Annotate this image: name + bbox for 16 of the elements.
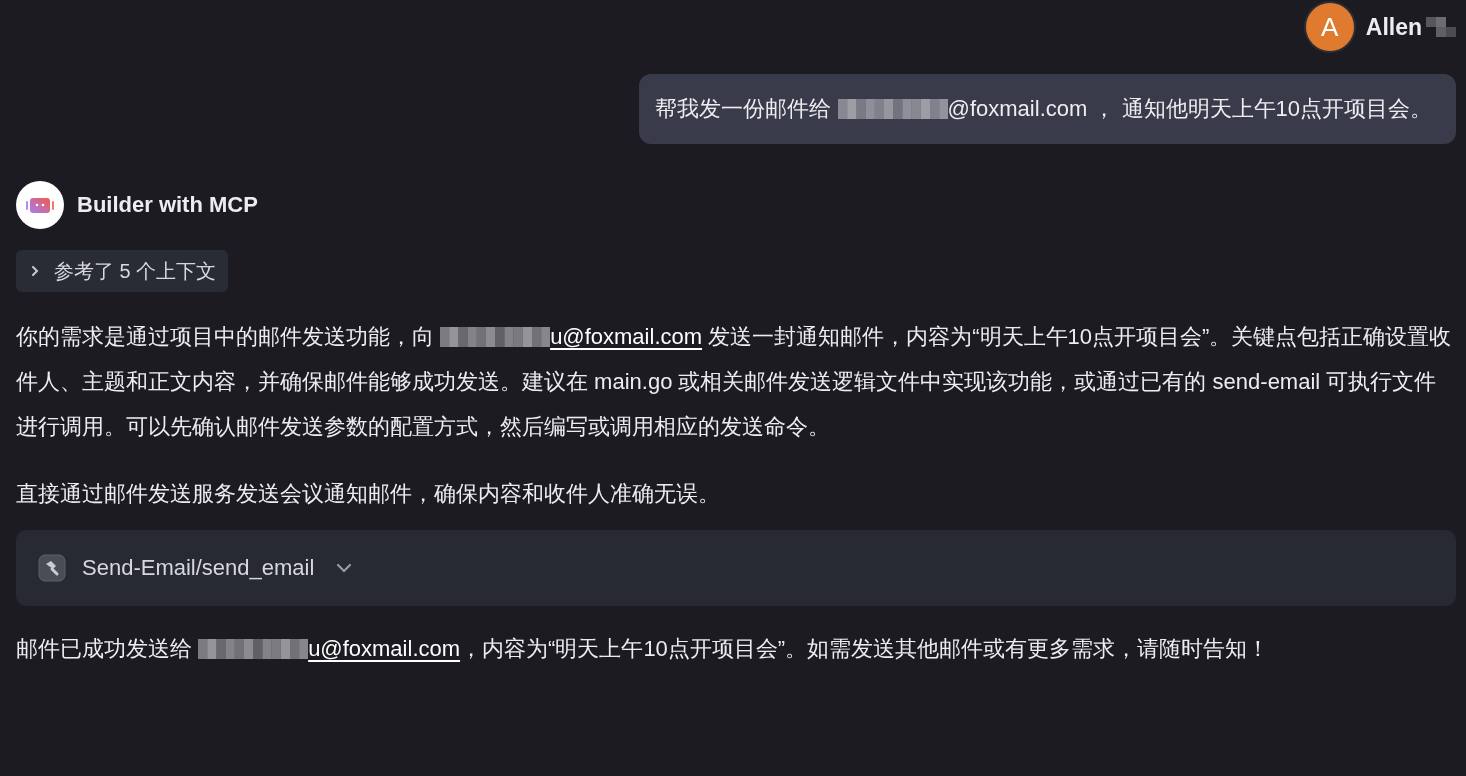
chevron-icon[interactable] [336,563,353,573]
context-toggle[interactable]: 参考了 5 个上下文 [16,250,229,292]
assistant-name: Builder with MCP [77,192,258,218]
user-name: Allen [1365,13,1422,41]
tool-call-panel[interactable]: Send-Email/send_email [16,530,1456,606]
message-paragraph: 邮件已成功发送给 u@foxmail.com，内容为“明天上午10点开项目会”。如需发送其他邮件或有更多需求，请随时告知！ [16,635,1271,663]
email-link[interactable]: u@foxmail.com [308,636,461,661]
hammer-icon [38,554,66,582]
message-paragraph: 直接通过邮件发送服务发送会议通知邮件，确保内容和收件人准确无误。 [16,480,721,508]
message-paragraph: 你的需求是通过项目中的邮件发送功能，向 u@foxmail.com 发送一封通知邮件，内容为“明天上午10点开项目会”。关键点包括正确设置收件人、主题和正文内容，并确保邮件能够成功发送。建议在 main.go 或相关邮件发送逻辑文件中实现该功能，或通过已有的 send-email 可执行文件进行调用。可以先确认邮件发送参数的配置方式，然后编写或调用相应的发送命令。 [16,323,1453,441]
user-message: 帮我发一份邮件给 @foxmail.com ， 通知他明天上午10点开项目会。 [639,74,1456,144]
email-link[interactable]: u@foxmail.com [550,324,703,349]
user-avatar: A [1305,3,1354,51]
robot-avatar-icon [16,181,64,229]
chevron-icon [30,265,40,277]
tool-name: Send-Email/send_email [82,555,315,581]
